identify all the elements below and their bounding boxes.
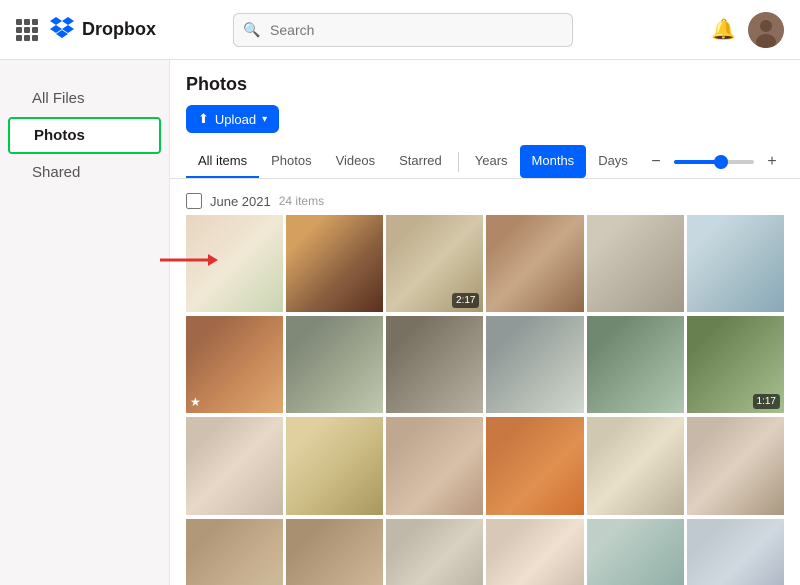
section-header: June 2021 24 items — [186, 187, 784, 215]
photo-item[interactable] — [587, 316, 684, 413]
photo-item[interactable] — [486, 316, 583, 413]
filter-group-main: All items Photos Videos Starred — [186, 145, 454, 178]
sidebar-item-all-files[interactable]: All Files — [8, 82, 161, 115]
upload-label: Upload — [215, 112, 256, 127]
section-item-count: 24 items — [279, 194, 324, 208]
dropbox-logo[interactable]: Dropbox — [50, 16, 156, 44]
search-input[interactable] — [233, 13, 573, 47]
notifications-icon[interactable]: 🔔 — [711, 17, 736, 42]
photo-row-4 — [186, 519, 784, 585]
tab-starred[interactable]: Starred — [387, 145, 454, 178]
photo-item[interactable] — [386, 519, 483, 585]
arrow-svg — [158, 248, 218, 272]
zoom-controls: − + — [644, 150, 784, 174]
photo-item[interactable] — [186, 519, 283, 585]
user-avatar[interactable] — [748, 12, 784, 48]
tab-years[interactable]: Years — [463, 145, 520, 178]
upload-icon: ⬆ — [198, 111, 209, 127]
search-icon: 🔍 — [243, 21, 260, 38]
photo-row-1: 2:17 — [186, 215, 784, 312]
photo-item[interactable]: 2:17 — [386, 215, 483, 312]
photo-item[interactable] — [286, 215, 383, 312]
tab-all-items[interactable]: All items — [186, 145, 259, 178]
sidebar-item-shared[interactable]: Shared — [8, 156, 161, 189]
sidebar: All Files Photos Shared — [0, 60, 170, 585]
photo-item[interactable] — [486, 215, 583, 312]
photo-item[interactable] — [587, 215, 684, 312]
app-grid-icon[interactable] — [16, 19, 38, 41]
photo-item[interactable] — [286, 316, 383, 413]
upload-button[interactable]: ⬆ Upload ▾ — [186, 105, 279, 133]
filter-divider — [458, 152, 459, 172]
tab-photos[interactable]: Photos — [259, 145, 323, 178]
dropbox-logo-text: Dropbox — [82, 19, 156, 40]
filter-group-time: Years Months Days — [463, 145, 640, 178]
photo-item[interactable] — [687, 417, 784, 514]
search-bar: 🔍 — [233, 13, 573, 47]
photo-item[interactable] — [486, 519, 583, 585]
tab-videos[interactable]: Videos — [324, 145, 388, 178]
main-layout: All Files Photos Shared Photos ⬆ Upload … — [0, 60, 800, 585]
zoom-out-button[interactable]: − — [644, 150, 668, 174]
upload-chevron-icon: ▾ — [262, 114, 267, 125]
arrow-indicator — [158, 248, 218, 272]
photo-item[interactable] — [186, 417, 283, 514]
photo-item[interactable] — [587, 417, 684, 514]
photo-item[interactable]: 1:17 — [687, 316, 784, 413]
photo-item[interactable] — [386, 417, 483, 514]
photo-item[interactable] — [486, 417, 583, 514]
photo-item[interactable] — [286, 417, 383, 514]
section-select-checkbox[interactable] — [186, 193, 202, 209]
photo-item[interactable] — [687, 215, 784, 312]
app-header: Dropbox 🔍 🔔 — [0, 0, 800, 60]
sidebar-item-photos[interactable]: Photos — [8, 117, 161, 154]
photo-item[interactable] — [386, 316, 483, 413]
tab-days[interactable]: Days — [586, 145, 640, 178]
header-right: 🔔 — [711, 12, 784, 48]
page-header: Photos ⬆ Upload ▾ — [170, 60, 800, 145]
photo-item[interactable] — [587, 519, 684, 585]
photo-item[interactable] — [687, 519, 784, 585]
content-area: Photos ⬆ Upload ▾ All items Photos Video… — [170, 60, 800, 585]
photo-item[interactable] — [286, 519, 383, 585]
photo-row-3 — [186, 417, 784, 514]
zoom-in-button[interactable]: + — [760, 150, 784, 174]
page-title: Photos — [186, 74, 784, 95]
filter-bar: All items Photos Videos Starred Years Mo… — [170, 145, 800, 179]
tab-months[interactable]: Months — [520, 145, 587, 178]
dropbox-icon — [50, 16, 74, 44]
zoom-slider[interactable] — [674, 160, 754, 164]
photo-row-2: ★ 1:17 — [186, 316, 784, 413]
photo-section: June 2021 24 items 2:17 ★ 1:17 — [170, 187, 800, 585]
photo-item[interactable]: ★ — [186, 316, 283, 413]
header-left: Dropbox — [16, 16, 156, 44]
section-month-title: June 2021 — [210, 194, 271, 209]
